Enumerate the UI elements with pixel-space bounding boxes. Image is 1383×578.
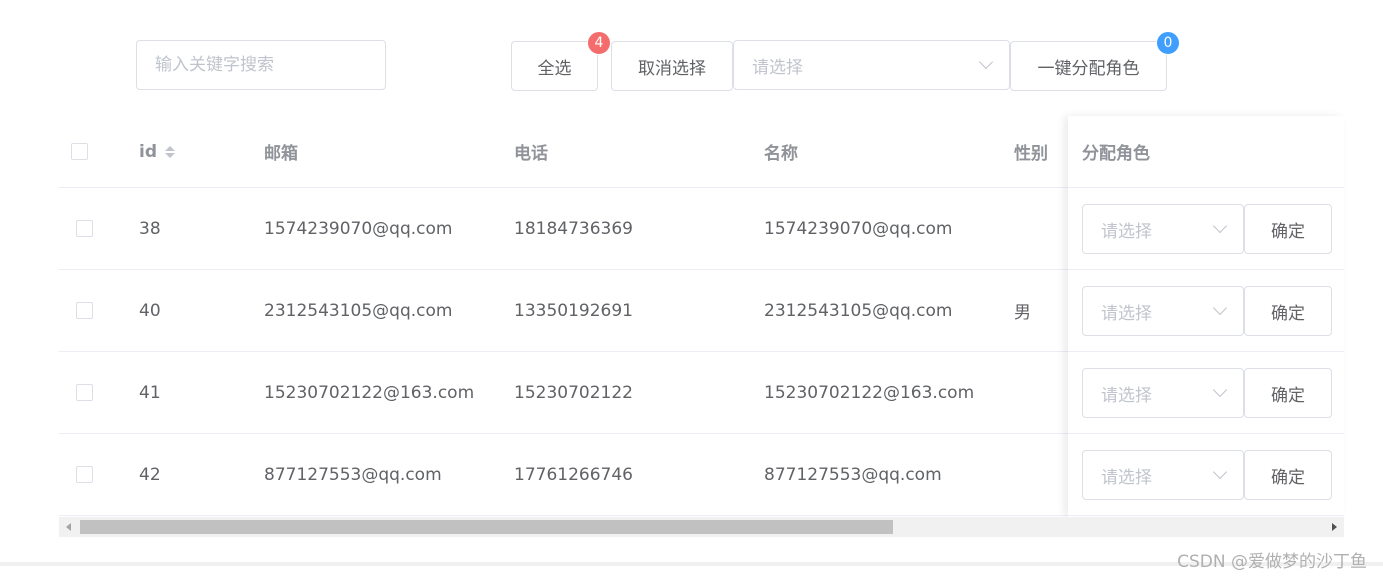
- assign-role-row: 请选择 确定: [1068, 434, 1344, 516]
- column-name: 名称: [764, 144, 798, 164]
- assign-roles-count-badge: 0: [1156, 31, 1180, 55]
- chevron-down-icon: [1212, 464, 1228, 480]
- row-confirm-button[interactable]: 确定: [1244, 204, 1332, 254]
- assign-role-row: 请选择 确定: [1068, 188, 1344, 270]
- row-role-select-placeholder: 请选择: [1101, 467, 1152, 488]
- row-confirm-button[interactable]: 确定: [1244, 368, 1332, 418]
- scroll-left-arrow-icon[interactable]: [66, 523, 71, 531]
- watermark: CSDN @爱做梦的沙丁鱼: [1177, 552, 1367, 572]
- row-checkbox[interactable]: [76, 302, 93, 319]
- assign-role-row: 请选择 确定: [1068, 270, 1344, 352]
- assign-roles-button[interactable]: 一键分配角色 0: [1010, 31, 1180, 91]
- row-checkbox[interactable]: [76, 220, 93, 237]
- column-assign-role-header: 分配角色: [1068, 116, 1344, 188]
- column-assign-role: 分配角色: [1082, 144, 1150, 164]
- row-confirm-button[interactable]: 确定: [1244, 286, 1332, 336]
- cell-email: 2312543105@qq.com: [264, 300, 453, 321]
- cell-email: 877127553@qq.com: [264, 464, 442, 485]
- cell-name: 877127553@qq.com: [764, 464, 942, 485]
- row-role-select-placeholder: 请选择: [1101, 303, 1152, 324]
- select-all-checkbox[interactable]: [71, 143, 88, 160]
- column-gender: 性别: [1014, 144, 1048, 164]
- row-checkbox[interactable]: [76, 466, 93, 483]
- sort-icon[interactable]: [165, 145, 175, 158]
- role-select-placeholder: 请选择: [752, 57, 803, 78]
- column-email: 邮箱: [264, 144, 298, 164]
- cell-email: 1574239070@qq.com: [264, 218, 453, 239]
- cell-phone: 18184736369: [514, 218, 633, 239]
- cell-id: 42: [139, 464, 161, 485]
- row-role-select[interactable]: 请选择: [1082, 368, 1244, 418]
- select-all-label: 全选: [537, 58, 572, 79]
- column-phone: 电话: [514, 144, 548, 164]
- cell-id: 41: [139, 382, 161, 403]
- scroll-right-arrow-icon[interactable]: [1332, 523, 1337, 531]
- assign-role-row: 请选择 确定: [1068, 352, 1344, 434]
- cell-name: 15230702122@163.com: [764, 382, 975, 403]
- select-all-button[interactable]: 全选 4: [511, 31, 611, 91]
- assign-role-column: 分配角色 请选择 确定 请选择 确定 请选择 确定 请选择 确定: [1068, 116, 1344, 517]
- cell-id: 40: [139, 300, 161, 321]
- cell-name: 2312543105@qq.com: [764, 300, 953, 321]
- row-role-select-placeholder: 请选择: [1101, 221, 1152, 242]
- row-role-select[interactable]: 请选择: [1082, 286, 1244, 336]
- scrollbar-thumb[interactable]: [80, 520, 893, 534]
- column-id-label: id: [139, 141, 157, 162]
- chevron-down-icon: [1212, 382, 1228, 398]
- select-all-count-badge: 4: [587, 31, 611, 55]
- chevron-down-icon: [1212, 300, 1228, 316]
- cell-name: 1574239070@qq.com: [764, 218, 953, 239]
- row-checkbox[interactable]: [76, 384, 93, 401]
- row-confirm-button[interactable]: 确定: [1244, 450, 1332, 500]
- cancel-selection-label: 取消选择: [638, 58, 706, 79]
- column-id[interactable]: id: [139, 116, 175, 187]
- divider: [0, 562, 1383, 566]
- cell-email: 15230702122@163.com: [264, 382, 475, 403]
- chevron-down-icon: [1212, 218, 1228, 234]
- chevron-down-icon: [978, 54, 994, 70]
- row-role-select[interactable]: 请选择: [1082, 204, 1244, 254]
- role-select[interactable]: 请选择: [733, 40, 1010, 90]
- cell-id: 38: [139, 218, 161, 239]
- horizontal-scrollbar[interactable]: [59, 517, 1344, 537]
- row-role-select[interactable]: 请选择: [1082, 450, 1244, 500]
- row-role-select-placeholder: 请选择: [1101, 385, 1152, 406]
- assign-roles-label: 一键分配角色: [1037, 58, 1140, 79]
- cell-phone: 13350192691: [514, 300, 633, 321]
- cell-phone: 17761266746: [514, 464, 633, 485]
- search-input[interactable]: [136, 40, 386, 90]
- cell-phone: 15230702122: [514, 382, 633, 403]
- cancel-selection-button[interactable]: 取消选择: [611, 41, 733, 91]
- cell-gender: 男: [1014, 303, 1031, 323]
